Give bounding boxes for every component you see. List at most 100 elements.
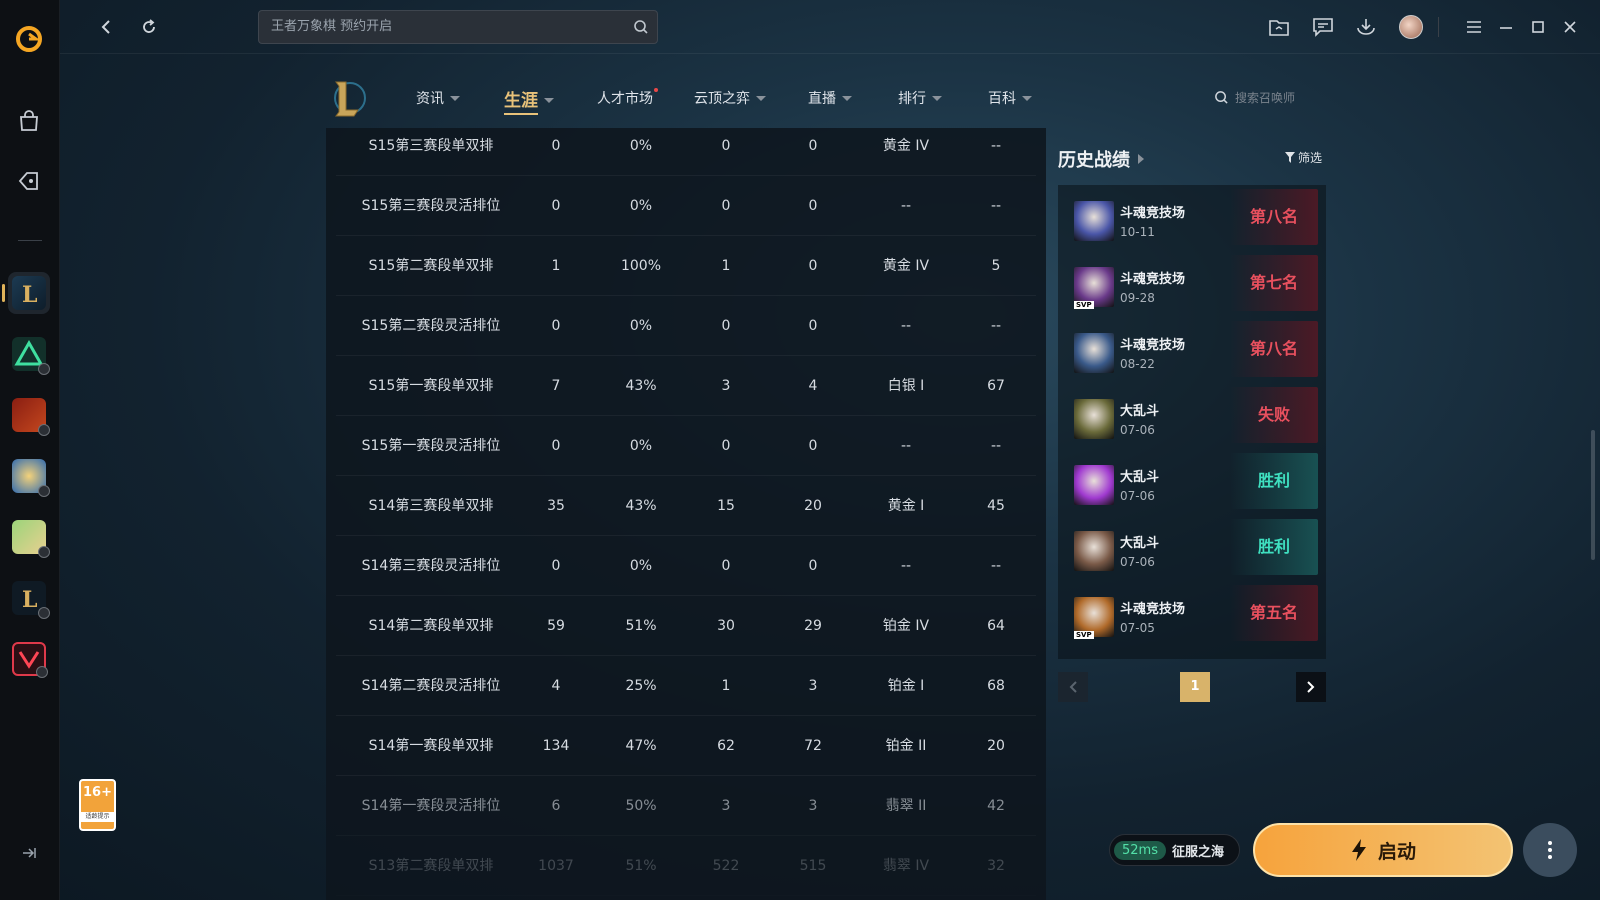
sidebar-game-lol-2[interactable]: L [8,577,50,619]
triangle-game-icon [12,337,50,375]
chevron-right-icon [1307,681,1315,693]
search-icon[interactable] [633,19,649,35]
lol-mobile-game-icon: L [12,581,50,619]
match-result: 第五名 [1230,585,1318,641]
store-button[interactable] [8,100,50,142]
match-history-item[interactable]: 斗魂竞技场 08-22 第八名 [1062,321,1318,381]
chevron-right-icon [1138,154,1144,164]
match-mode: 大乱斗 [1120,536,1160,551]
match-history-item[interactable]: 大乱斗 07-06 胜利 [1062,453,1318,513]
table-cell: 0% [629,558,653,574]
table-cell: 0 [808,258,818,274]
match-history-header[interactable]: 历史战绩 [1058,146,1144,172]
table-cell: 5 [991,258,1001,274]
filter-icon [1285,152,1295,163]
table-cell: S15第三赛段灵活排位 [361,198,501,214]
match-mode: 斗魂竞技场 [1120,338,1186,353]
more-options-button[interactable] [1523,823,1577,877]
game-center-button[interactable] [8,160,50,202]
message-icon [1313,18,1333,37]
table-cell: 3 [808,678,818,694]
nav-wiki[interactable]: 百科 [988,88,1032,108]
filter-button[interactable]: 筛选 [1285,149,1322,166]
minimize-button[interactable] [1494,15,1518,39]
hamburger-icon [1467,21,1481,33]
top-bar: 王者万象棋 预约开启 [60,0,1600,54]
lol-logo[interactable] [328,76,368,120]
table-cell: 59 [547,618,565,634]
page-scrollbar[interactable] [1591,430,1595,560]
table-cell: 0 [551,558,561,574]
summoner-search-placeholder: 搜索召唤师 [1235,91,1296,105]
sidebar-game-cartoon[interactable] [8,455,50,497]
nav-ranking[interactable]: 排行 [898,88,942,108]
match-history-item[interactable]: 大乱斗 07-06 胜利 [1062,519,1318,579]
current-page[interactable]: 1 [1180,672,1210,702]
age-rating-note: 适龄提示 [81,812,114,822]
match-date: 10-11 [1120,225,1155,239]
table-row: S15第二赛段单双排 1 100% 1 0 黄金 IV 5 [336,236,1036,296]
table-cell: 黄金 IV [882,138,930,154]
table-cell: S14第二赛段单双排 [368,618,494,634]
prev-page-button[interactable] [1058,672,1088,702]
valorant-game-icon [12,642,48,678]
sidebar-game-farm[interactable] [8,516,50,558]
match-date: 09-28 [1120,291,1155,305]
maximize-icon [1532,21,1544,33]
nav-talent-market[interactable]: 人才市场 [597,88,658,108]
maximize-button[interactable] [1526,15,1550,39]
user-avatar-button[interactable] [1399,15,1423,39]
table-cell: 67 [987,378,1005,394]
match-history-item[interactable]: SVP 斗魂竞技场 09-28 第七名 [1062,255,1318,315]
nav-live-label: 直播 [808,91,836,107]
match-history-item[interactable]: 大乱斗 07-06 失败 [1062,387,1318,447]
age-rating-badge: 16+ 适龄提示 [79,779,116,831]
avatar [1399,15,1423,39]
champion-portrait: SVP [1074,597,1114,639]
next-page-button[interactable] [1296,672,1326,702]
table-cell: 62 [717,738,735,754]
menu-button[interactable] [1462,15,1486,39]
refresh-button[interactable] [137,15,161,39]
sidebar-game-valorant-like[interactable] [8,333,50,375]
app-logo[interactable] [8,18,50,60]
table-cell: 47% [625,738,657,754]
table-cell: 黄金 I [887,498,925,514]
nav-career[interactable]: 生涯 [504,86,554,115]
table-cell: 25% [625,678,657,694]
server-selector[interactable]: 52ms 征服之海 [1109,834,1240,866]
lightning-icon [1351,839,1366,861]
close-button[interactable] [1558,15,1582,39]
messages-button[interactable] [1311,15,1335,39]
summoner-search-input[interactable]: 搜索召唤师 [1214,89,1295,106]
collapse-sidebar-button[interactable] [8,832,50,874]
svp-badge: SVP [1074,631,1094,639]
lol-game-icon: L [12,276,46,310]
launch-button[interactable]: 启动 [1253,823,1513,877]
match-mode: 大乱斗 [1120,404,1160,419]
table-cell: 3 [808,798,818,814]
ping-badge: 52ms [1114,840,1166,860]
table-row: S14第二赛段灵活排位 4 25% 1 3 铂金 I 68 [336,656,1036,716]
match-mode: 斗魂竞技场 [1120,272,1186,287]
career-stats-table: S15第三赛段单双排 0 0% 0 0 黄金 IV -- S15第三赛段灵活排位 0 0% 0 0 --… [326,128,1046,900]
match-history-item[interactable]: 斗魂竞技场 10-11 第八名 [1062,189,1318,249]
downloads-button[interactable] [1354,15,1378,39]
download-icon [36,666,48,678]
sidebar-game-lol[interactable]: L [2,272,50,314]
sidebar-game-red[interactable] [8,394,50,436]
sidebar-game-valorant[interactable] [8,638,50,680]
download-icon [38,363,50,375]
nav-tft[interactable]: 云顶之弈 [694,88,766,108]
champion-portrait [1074,201,1114,241]
back-button[interactable] [94,15,118,39]
files-button[interactable] [1267,15,1291,39]
expand-arrow-icon [23,848,36,858]
sidebar-divider [18,240,42,241]
top-search-input[interactable]: 王者万象棋 预约开启 [258,10,658,44]
close-icon [1564,21,1576,33]
match-history-item[interactable]: SVP 斗魂竞技场 07-05 第五名 [1062,585,1318,645]
nav-news[interactable]: 资讯 [416,88,460,108]
nav-live[interactable]: 直播 [808,88,852,108]
table-cell: S13第二赛段单双排 [368,858,494,874]
